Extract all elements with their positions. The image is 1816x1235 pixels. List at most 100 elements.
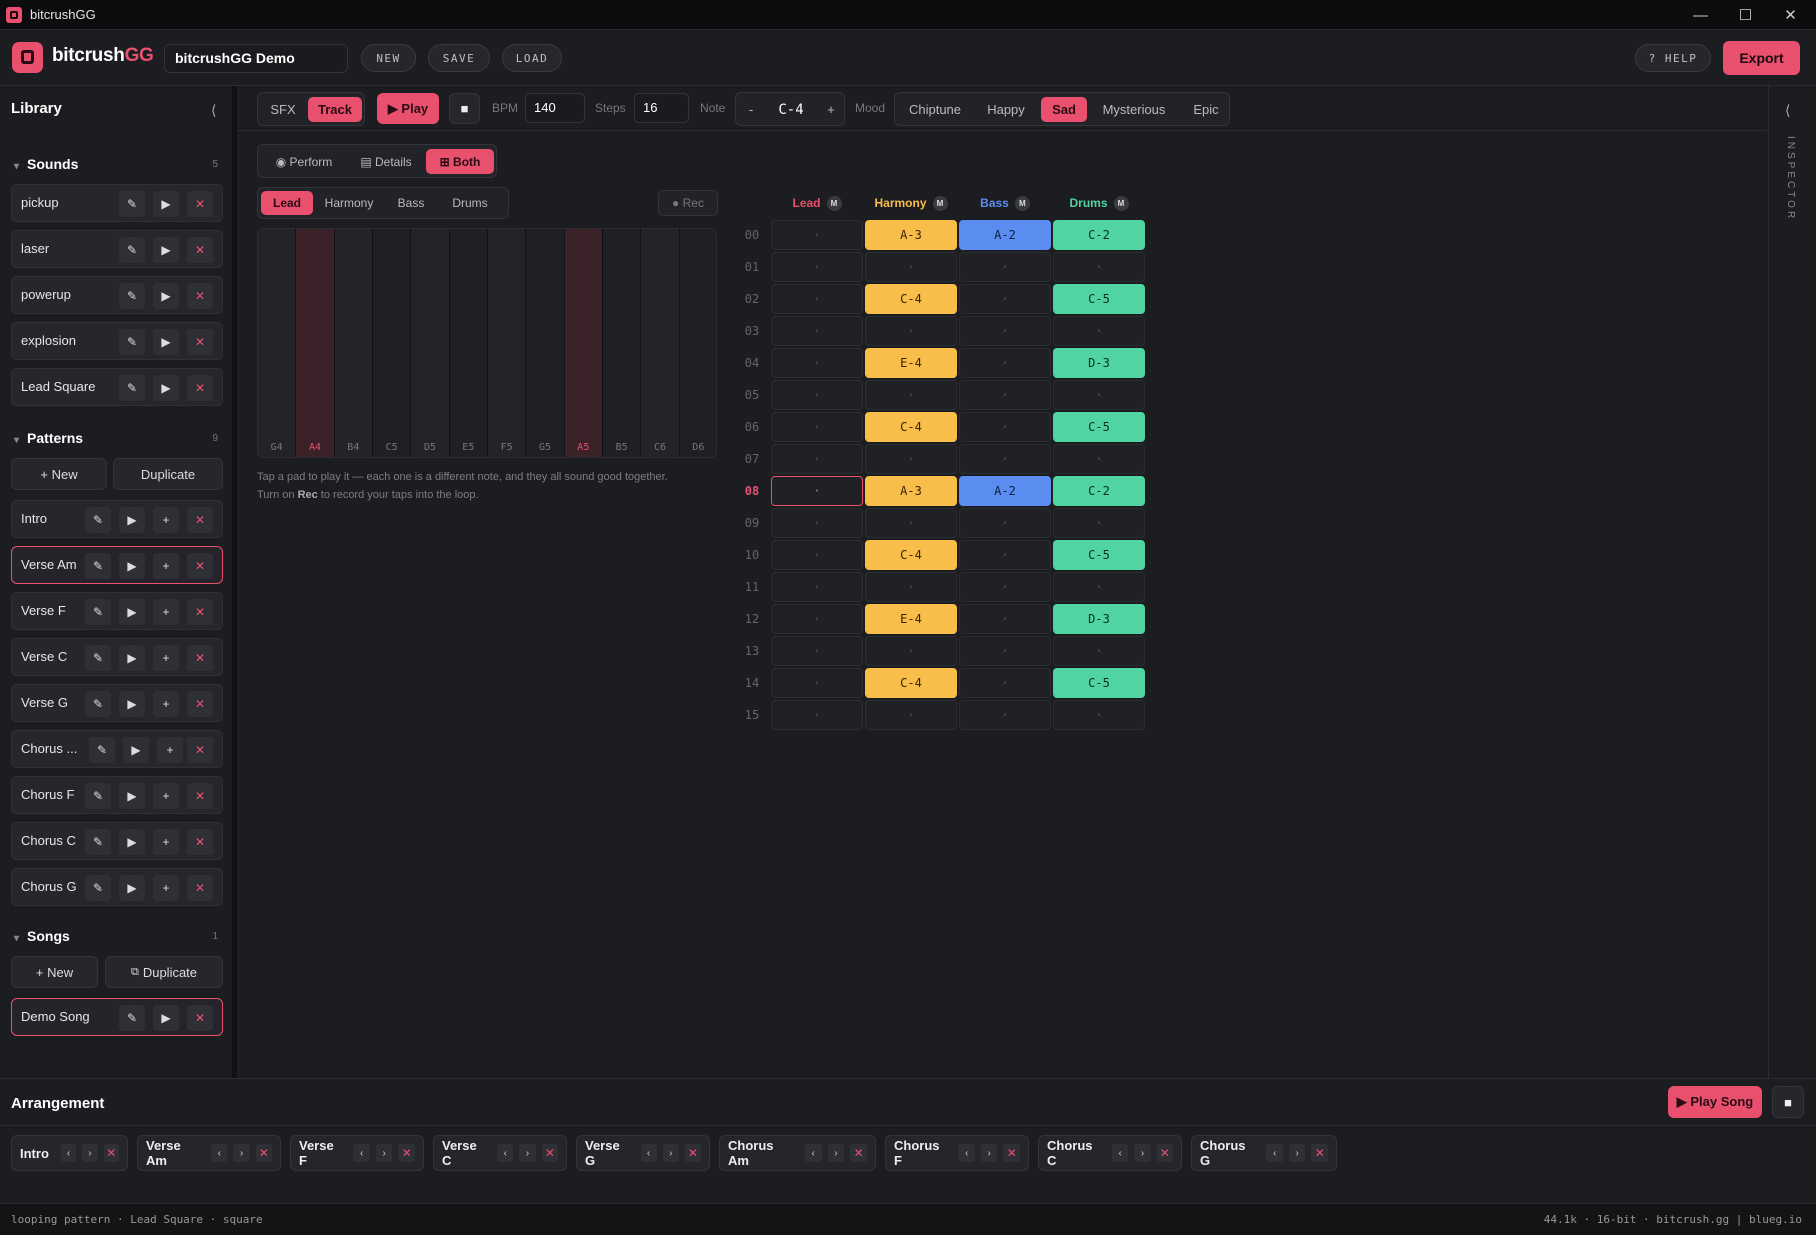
- move-left-icon[interactable]: ‹: [640, 1144, 657, 1162]
- edit-icon[interactable]: ✎: [119, 191, 145, 217]
- edit-icon[interactable]: ✎: [85, 553, 111, 579]
- delete-icon[interactable]: ✕: [187, 737, 213, 763]
- lead-cell[interactable]: ·: [771, 668, 863, 698]
- pattern-item[interactable]: Verse C ✎ ▶ + ✕: [11, 638, 223, 676]
- note-pad[interactable]: G5: [526, 229, 565, 457]
- harmony-cell[interactable]: E-4: [865, 604, 957, 634]
- play-icon[interactable]: ▶: [119, 599, 145, 625]
- remove-icon[interactable]: ✕: [255, 1144, 272, 1162]
- bpm-input[interactable]: 140: [525, 93, 585, 123]
- arrangement-chip[interactable]: Verse Am ‹ › ✕: [137, 1135, 281, 1171]
- pattern-item[interactable]: Chorus G ✎ ▶ + ✕: [11, 868, 223, 906]
- mood-option[interactable]: Happy: [975, 97, 1037, 122]
- delete-icon[interactable]: ✕: [187, 375, 213, 401]
- delete-icon[interactable]: ✕: [187, 553, 213, 579]
- lead-cell[interactable]: ·: [771, 444, 863, 474]
- delete-icon[interactable]: ✕: [187, 829, 213, 855]
- instrument-tab[interactable]: Harmony: [317, 191, 381, 215]
- lead-cell[interactable]: ·: [771, 508, 863, 538]
- sound-item[interactable]: powerup ✎ ▶ ✕: [11, 276, 223, 314]
- move-right-icon[interactable]: ›: [662, 1144, 679, 1162]
- bass-cell[interactable]: ·: [959, 284, 1051, 314]
- add-to-song-icon[interactable]: +: [153, 553, 179, 579]
- note-decrement[interactable]: -: [740, 97, 762, 122]
- move-right-icon[interactable]: ›: [1288, 1144, 1306, 1162]
- play-icon[interactable]: ▶: [119, 645, 145, 671]
- lead-cell[interactable]: ·: [771, 380, 863, 410]
- bass-cell[interactable]: ·: [959, 380, 1051, 410]
- arrangement-chip[interactable]: Verse G ‹ › ✕: [576, 1135, 710, 1171]
- maximize-button[interactable]: ☐: [1723, 0, 1768, 30]
- note-pad[interactable]: C6: [641, 229, 680, 457]
- minimize-button[interactable]: —: [1678, 0, 1723, 30]
- harmony-cell[interactable]: C-4: [865, 540, 957, 570]
- stop-song-button[interactable]: ■: [1772, 1086, 1804, 1118]
- move-left-icon[interactable]: ‹: [804, 1144, 822, 1162]
- drums-cell[interactable]: ·: [1053, 444, 1145, 474]
- sounds-section-title[interactable]: Sounds: [14, 156, 78, 172]
- arrangement-chip[interactable]: Chorus Am ‹ › ✕: [719, 1135, 876, 1171]
- note-pad[interactable]: B4: [334, 229, 373, 457]
- pattern-item[interactable]: Chorus C ✎ ▶ + ✕: [11, 822, 223, 860]
- bass-cell[interactable]: ·: [959, 348, 1051, 378]
- move-left-icon[interactable]: ‹: [211, 1144, 228, 1162]
- move-left-icon[interactable]: ‹: [1266, 1144, 1283, 1162]
- bass-cell[interactable]: ·: [959, 412, 1051, 442]
- bass-cell[interactable]: ·: [959, 572, 1051, 602]
- bass-cell[interactable]: ·: [959, 444, 1051, 474]
- remove-icon[interactable]: ✕: [850, 1144, 867, 1162]
- delete-icon[interactable]: ✕: [187, 691, 213, 717]
- help-button[interactable]: ? HELP: [1635, 44, 1711, 72]
- sound-item[interactable]: explosion ✎ ▶ ✕: [11, 322, 223, 360]
- delete-icon[interactable]: ✕: [187, 1005, 213, 1031]
- save-button[interactable]: SAVE: [428, 44, 490, 72]
- remove-icon[interactable]: ✕: [1003, 1144, 1020, 1162]
- harmony-cell[interactable]: ·: [865, 572, 957, 602]
- harmony-cell[interactable]: A-3: [865, 220, 957, 250]
- delete-icon[interactable]: ✕: [187, 507, 213, 533]
- sound-item[interactable]: Lead Square ✎ ▶ ✕: [11, 368, 223, 406]
- drums-cell[interactable]: C-2: [1053, 476, 1145, 506]
- duplicate-pattern-button[interactable]: Duplicate: [113, 458, 223, 490]
- note-pad[interactable]: D6: [679, 229, 716, 457]
- drums-cell[interactable]: C-5: [1053, 668, 1145, 698]
- play-icon[interactable]: ▶: [119, 553, 145, 579]
- lead-cell[interactable]: ·: [771, 572, 863, 602]
- lead-cell[interactable]: ·: [771, 540, 863, 570]
- record-button[interactable]: ● Rec: [658, 190, 718, 216]
- steps-input[interactable]: 16: [634, 93, 689, 123]
- song-item[interactable]: Demo Song ✎ ▶ ✕: [11, 998, 223, 1036]
- play-icon[interactable]: ▶: [153, 329, 179, 355]
- view-details[interactable]: ▤ Details: [350, 149, 422, 174]
- mode-track[interactable]: Track: [308, 97, 362, 122]
- stop-button[interactable]: ■: [449, 93, 480, 124]
- move-left-icon[interactable]: ‹: [497, 1144, 514, 1162]
- move-left-icon[interactable]: ‹: [60, 1144, 77, 1162]
- play-icon[interactable]: ▶: [153, 237, 179, 263]
- harmony-cell[interactable]: ·: [865, 444, 957, 474]
- pattern-item[interactable]: Verse Am ✎ ▶ + ✕: [11, 546, 223, 584]
- new-pattern-button[interactable]: + New: [11, 458, 107, 490]
- track-header[interactable]: Lead M: [771, 190, 863, 216]
- sound-item[interactable]: pickup ✎ ▶ ✕: [11, 184, 223, 222]
- bass-cell[interactable]: A-2: [959, 220, 1051, 250]
- lead-cell[interactable]: ·: [771, 348, 863, 378]
- delete-icon[interactable]: ✕: [187, 283, 213, 309]
- remove-icon[interactable]: ✕: [1311, 1144, 1328, 1162]
- edit-icon[interactable]: ✎: [85, 783, 111, 809]
- harmony-cell[interactable]: ·: [865, 700, 957, 730]
- play-song-button[interactable]: ▶ Play Song: [1668, 1086, 1762, 1118]
- mute-button[interactable]: M: [1113, 195, 1129, 211]
- new-song-button[interactable]: + New: [11, 956, 98, 988]
- pattern-item[interactable]: Intro ✎ ▶ + ✕: [11, 500, 223, 538]
- drums-cell[interactable]: C-2: [1053, 220, 1145, 250]
- lead-cell[interactable]: ·: [771, 252, 863, 282]
- arrangement-chip[interactable]: Chorus F ‹ › ✕: [885, 1135, 1029, 1171]
- lead-cell[interactable]: ·: [771, 412, 863, 442]
- move-left-icon[interactable]: ‹: [353, 1144, 370, 1162]
- lead-cell[interactable]: ·: [771, 476, 863, 506]
- bass-cell[interactable]: ·: [959, 508, 1051, 538]
- add-to-song-icon[interactable]: +: [153, 875, 179, 901]
- instrument-tab[interactable]: Bass: [385, 191, 437, 215]
- track-header[interactable]: Harmony M: [865, 190, 957, 216]
